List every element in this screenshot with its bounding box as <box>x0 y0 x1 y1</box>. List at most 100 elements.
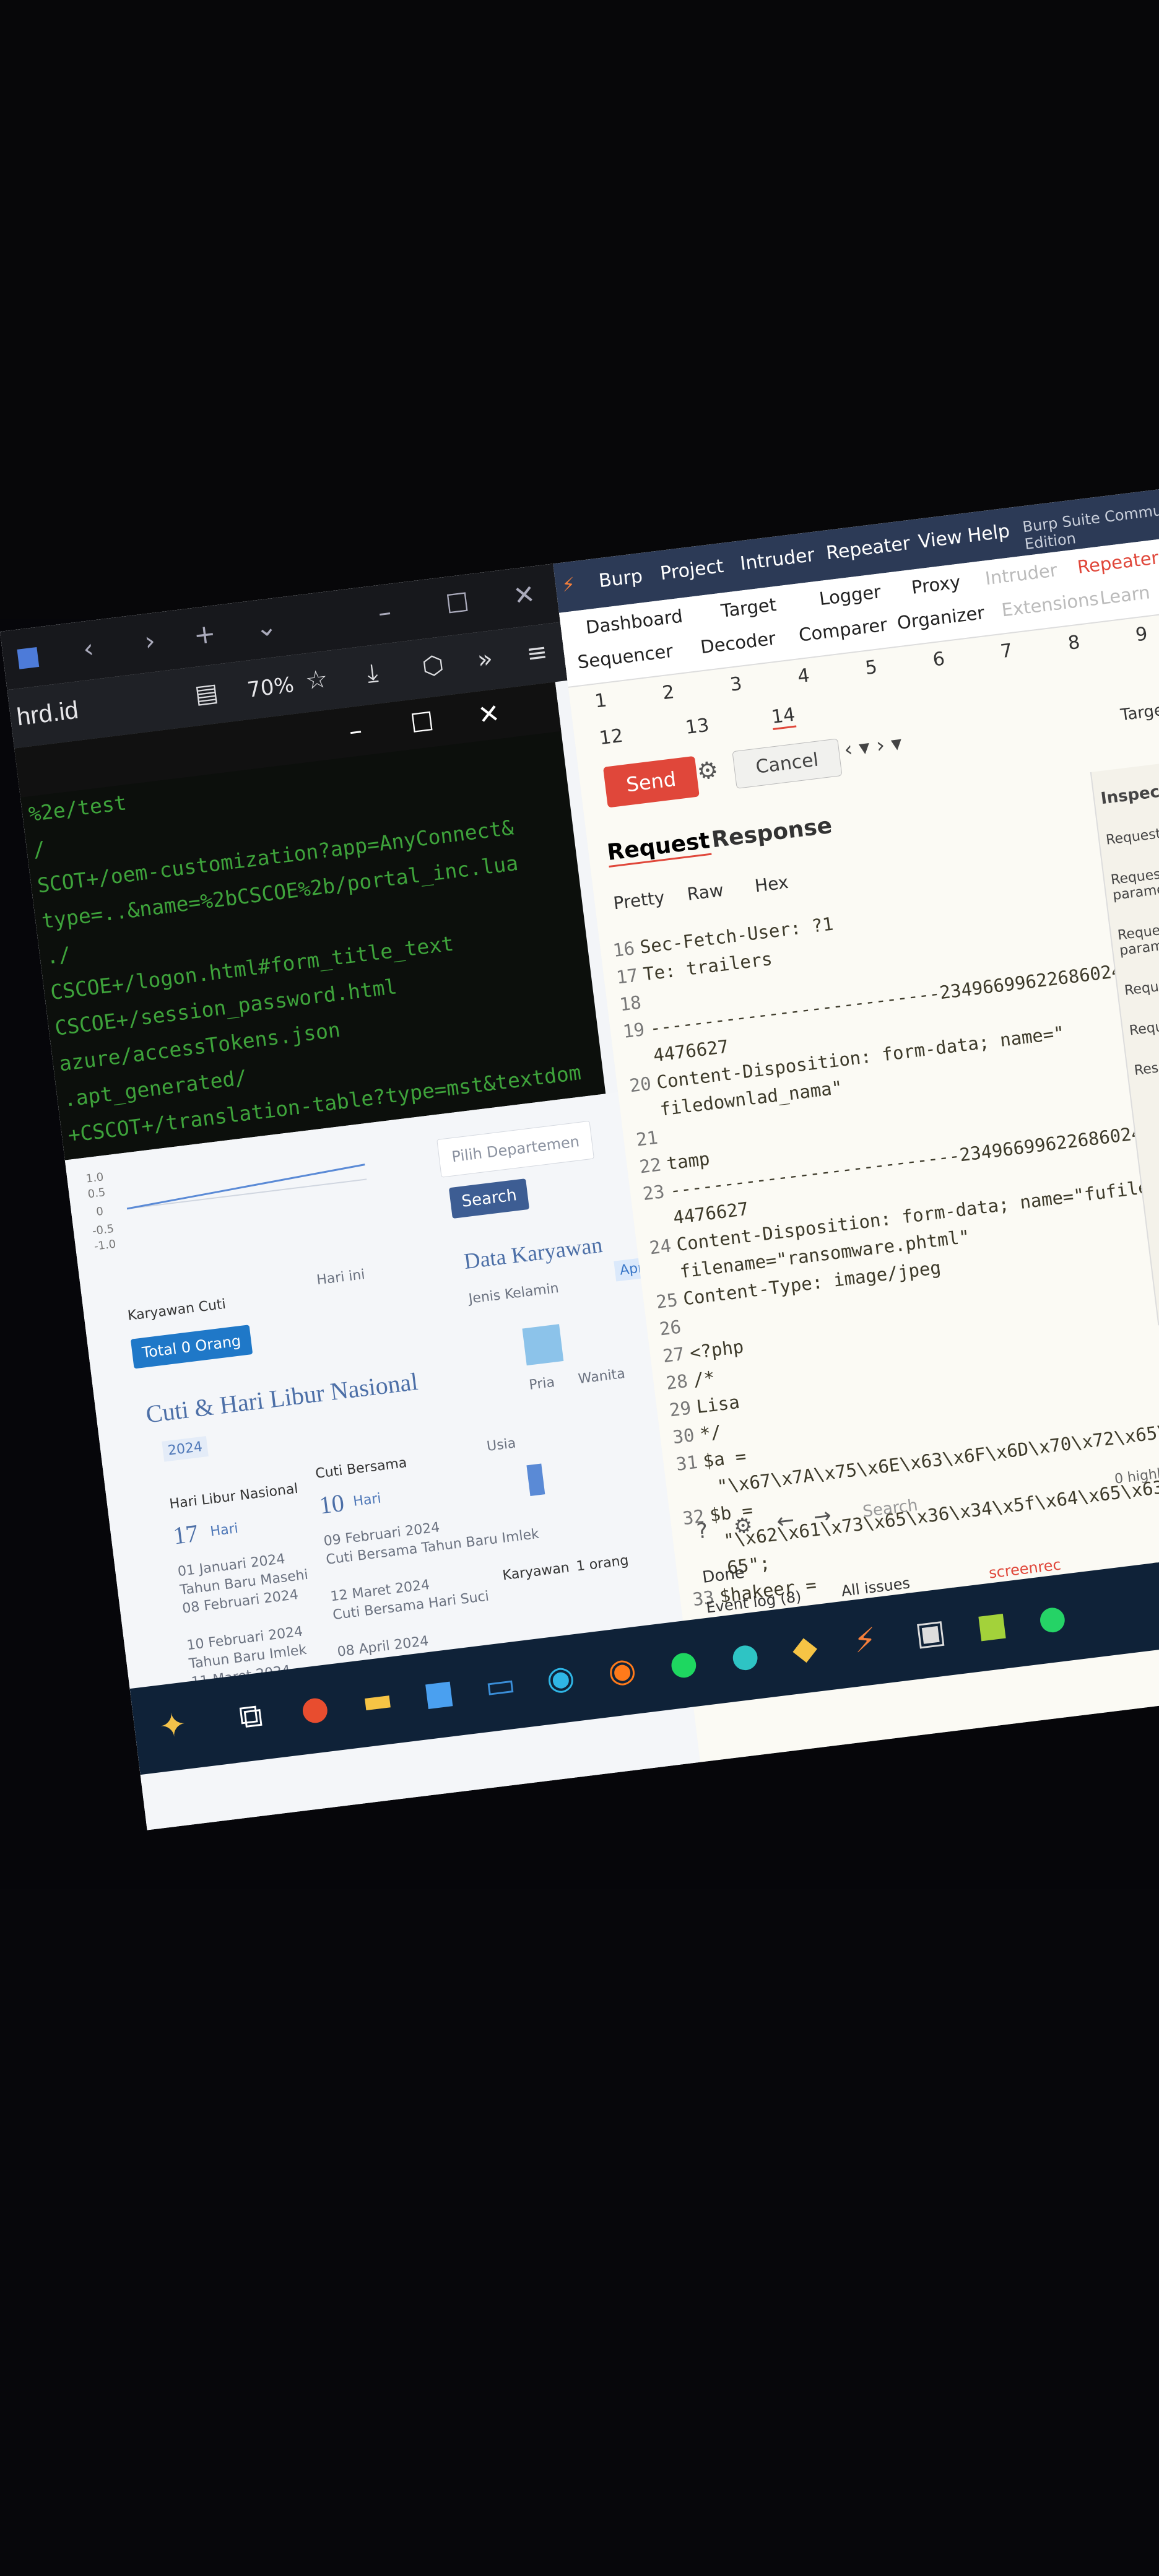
repeater-tab[interactable]: 8 <box>1067 632 1081 655</box>
gender-bar <box>522 1324 564 1366</box>
download-icon[interactable]: ⤓ <box>365 658 380 688</box>
menu-item[interactable]: Help <box>966 520 1011 547</box>
nav-tab[interactable]: Comparer <box>797 614 888 645</box>
star-icon[interactable]: ☆ <box>304 664 329 695</box>
arrow-left-icon[interactable]: ← <box>775 1507 796 1534</box>
response-tab[interactable]: Response <box>710 813 833 853</box>
terminal-close-icon[interactable]: ✕ <box>476 698 501 731</box>
total-badge: Total 0 Orang <box>130 1325 253 1369</box>
send-button[interactable]: Send <box>602 755 700 808</box>
repeater-tab[interactable]: 9 <box>1134 623 1148 646</box>
monitor-screen: ■ ‹ › + ⌄ – ☐ ✕ hrd.id ▤ 70% ☆ ⤓ ⬡ » ≡ –… <box>0 484 1159 1830</box>
nav-tab[interactable]: Target <box>720 594 778 622</box>
inspector-item[interactable]: Response headers <box>1134 1046 1159 1079</box>
request-editor[interactable]: 16 Sec-Fetch-User: ?1 17 Te: trailers 18 1… <box>611 877 1159 1640</box>
nav-tab[interactable]: Decoder <box>699 628 776 658</box>
repeater-tab[interactable]: 1 <box>594 690 608 713</box>
close-icon[interactable]: ✕ <box>511 578 537 611</box>
extensions-icon[interactable]: ⬡ <box>420 650 445 681</box>
arrow-right-icon[interactable]: → <box>812 1503 833 1530</box>
terminal-minimize-icon[interactable]: – <box>347 715 364 746</box>
history-nav-icon[interactable]: ‹ ▾ › ▾ <box>843 731 903 762</box>
karyawan-cuti-label: Karyawan Cuti <box>126 1296 227 1325</box>
burp-taskbar-icon[interactable]: ⚡ <box>852 1621 879 1661</box>
inspector-item[interactable]: Request attributes <box>1105 816 1159 848</box>
nav-tab[interactable]: Organizer <box>896 602 986 633</box>
line-number: 30 <box>671 1424 696 1448</box>
terminal-taskbar-icon[interactable]: ▣ <box>913 1612 948 1653</box>
cancel-button[interactable]: Cancel <box>732 738 843 789</box>
maximize-icon[interactable]: ☐ <box>444 587 471 620</box>
zoom-level[interactable]: 70% <box>246 672 295 703</box>
repeater-tab[interactable]: 7 <box>999 640 1014 663</box>
pretty-tab[interactable]: Pretty <box>612 887 666 914</box>
task-view-icon[interactable]: ⧉ <box>237 1697 264 1737</box>
app-icon[interactable]: ● <box>729 1635 761 1676</box>
cuti-bersama-count: 10 <box>318 1488 346 1520</box>
menu-item[interactable]: Repeater <box>825 533 911 564</box>
more-tabs-icon[interactable]: » <box>476 645 495 675</box>
nav-tab[interactable]: Sequencer <box>576 640 674 673</box>
menu-icon[interactable]: ≡ <box>525 638 549 669</box>
nav-tab[interactable]: Extensions <box>1001 588 1100 621</box>
back-arrow-icon[interactable]: ‹ <box>81 633 95 664</box>
reader-icon[interactable]: ▤ <box>193 678 220 709</box>
search-button[interactable]: Search <box>448 1178 530 1219</box>
menu-item[interactable]: Burp <box>597 565 644 592</box>
repeater-tab[interactable]: 2 <box>661 681 675 704</box>
line-number: 26 <box>658 1316 682 1340</box>
gear-icon[interactable]: ⚙ <box>695 755 719 785</box>
edge-icon[interactable]: ◉ <box>544 1658 576 1699</box>
burp-logo-icon: ⚡ <box>560 573 576 597</box>
repeater-tab[interactable]: 12 <box>598 725 624 749</box>
nav-tab[interactable]: Learn <box>1099 581 1152 609</box>
repeater-tab-active[interactable]: 14 <box>770 703 797 731</box>
app-icon[interactable]: ● <box>298 1688 331 1728</box>
line-number: 27 <box>661 1343 686 1367</box>
settings-gear-icon[interactable]: ⚙ <box>732 1513 754 1539</box>
menu-item[interactable]: View <box>917 526 963 553</box>
nav-tab[interactable]: Intruder <box>984 559 1058 589</box>
data-karyawan-title: Data Karyawan <box>462 1232 604 1274</box>
mail-icon[interactable]: ▭ <box>483 1665 518 1706</box>
raw-tab[interactable]: Raw <box>686 880 724 905</box>
whatsapp-icon[interactable]: ● <box>1036 1598 1068 1638</box>
repeater-tab[interactable]: 6 <box>932 648 946 671</box>
line-number: 19 <box>622 1019 646 1043</box>
terminal-maximize-icon[interactable]: ☐ <box>409 706 435 739</box>
app-icon[interactable]: ■ <box>975 1605 1009 1646</box>
menu-item[interactable]: Intruder <box>739 544 815 575</box>
request-tab[interactable]: Request <box>606 827 712 868</box>
new-tab-icon[interactable]: + <box>192 618 217 651</box>
repeater-tab[interactable]: 5 <box>864 656 879 679</box>
copilot-sparkle-icon[interactable]: ✦ <box>157 1706 189 1746</box>
department-select[interactable]: Pilih Departemen <box>436 1120 595 1178</box>
chevron-down-icon[interactable]: ⌄ <box>253 611 279 643</box>
nav-tab[interactable]: Dashboard <box>584 606 684 638</box>
hex-tab[interactable]: Hex <box>753 872 789 896</box>
target-label: Target: <box>1119 699 1159 725</box>
repeater-tab[interactable]: 13 <box>684 715 710 739</box>
browser-favicon-icon[interactable]: ■ <box>14 640 41 672</box>
firefox-icon[interactable]: ◉ <box>606 1651 638 1691</box>
app-icon[interactable]: ◆ <box>790 1629 819 1668</box>
terminal-window: – ☐ ✕ %2e/test / SCOT+/oem-customization… <box>14 682 606 1183</box>
store-icon[interactable]: ■ <box>422 1673 456 1714</box>
inspector-item[interactable]: Request query parameters <box>1110 856 1159 903</box>
line-number: 21 <box>635 1126 659 1151</box>
menu-item[interactable]: Project <box>659 555 724 585</box>
repeater-tab[interactable]: 4 <box>796 664 810 687</box>
nav-tab-active[interactable]: Repeater <box>1076 547 1159 578</box>
repeater-tab[interactable]: 3 <box>729 673 743 696</box>
file-explorer-icon[interactable]: ▬ <box>360 1681 394 1721</box>
inspector-item[interactable]: Request cookies <box>1124 967 1159 999</box>
inspector-item[interactable]: Request body parameters <box>1117 912 1159 959</box>
hari-ini-select[interactable]: Hari ini <box>316 1267 366 1288</box>
url-text[interactable]: hrd.id <box>15 697 80 732</box>
nav-tab[interactable]: Proxy <box>910 571 961 598</box>
minimize-icon[interactable]: – <box>376 596 393 628</box>
forward-arrow-icon[interactable]: › <box>143 625 157 657</box>
nav-tab[interactable]: Logger <box>818 581 882 609</box>
spotify-icon[interactable]: ● <box>667 1643 700 1683</box>
inspector-item[interactable]: Request headers <box>1129 1007 1159 1038</box>
